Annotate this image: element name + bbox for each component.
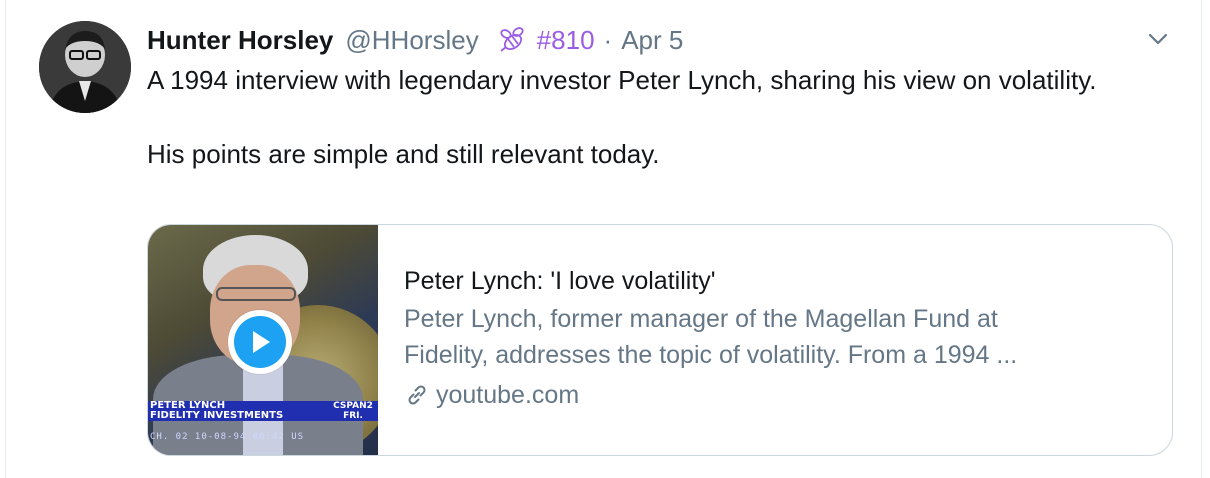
play-button[interactable] <box>228 310 292 374</box>
separator-dot: · <box>603 24 613 55</box>
chevron-down-icon[interactable] <box>1145 26 1171 52</box>
hashtag-link[interactable]: #810 <box>537 25 595 56</box>
tweet[interactable]: Hunter Horsley @HHorsley #810 · Apr 5 A … <box>5 0 1202 478</box>
avatar[interactable] <box>39 21 131 113</box>
tweet-paragraph: A 1994 interview with legendary investor… <box>147 65 1097 95</box>
card-title[interactable]: Peter Lynch: 'I love volatility' <box>404 261 1144 301</box>
card-description-line: Peter Lynch, former manager of the Magel… <box>404 305 998 333</box>
play-icon[interactable] <box>234 316 286 368</box>
author-name[interactable]: Hunter Horsley <box>147 25 333 56</box>
link-card[interactable]: PETER LYNCH FIDELITY INVESTMENTS CSPAN2 … <box>147 224 1173 456</box>
network-line: FRI. <box>343 411 363 421</box>
tweet-text: A 1994 interview with legendary investor… <box>147 62 1147 173</box>
tweet-date[interactable]: Apr 5 <box>621 25 683 56</box>
video-thumbnail[interactable]: PETER LYNCH FIDELITY INVESTMENTS CSPAN2 … <box>148 225 378 455</box>
lower-third-line: FIDELITY INVESTMENTS <box>150 410 284 421</box>
card-description-line: Fidelity, addresses the topic of volatil… <box>404 341 1018 369</box>
card-description: Peter Lynch, former manager of the Magel… <box>404 301 1144 373</box>
link-icon <box>408 385 426 405</box>
card-domain-text[interactable]: youtube.com <box>436 375 579 415</box>
tweet-header: Hunter Horsley @HHorsley #810 · Apr 5 <box>147 22 683 58</box>
thumbnail-glasses <box>216 287 296 301</box>
card-domain[interactable]: youtube.com <box>404 375 1144 415</box>
network-badge: CSPAN2 FRI. <box>330 401 376 421</box>
author-handle[interactable]: @HHorsley <box>345 25 478 56</box>
network-line: CSPAN2 <box>333 401 373 411</box>
lower-third-text: PETER LYNCH FIDELITY INVESTMENTS <box>148 401 328 421</box>
tweet-paragraph: His points are simple and still relevant… <box>147 139 660 169</box>
bee-icon <box>497 25 527 55</box>
card-body[interactable]: Peter Lynch: 'I love volatility' Peter L… <box>404 261 1144 415</box>
thumbnail-timestamp: CH. 02 10-08-94 06:42 US <box>150 432 305 442</box>
